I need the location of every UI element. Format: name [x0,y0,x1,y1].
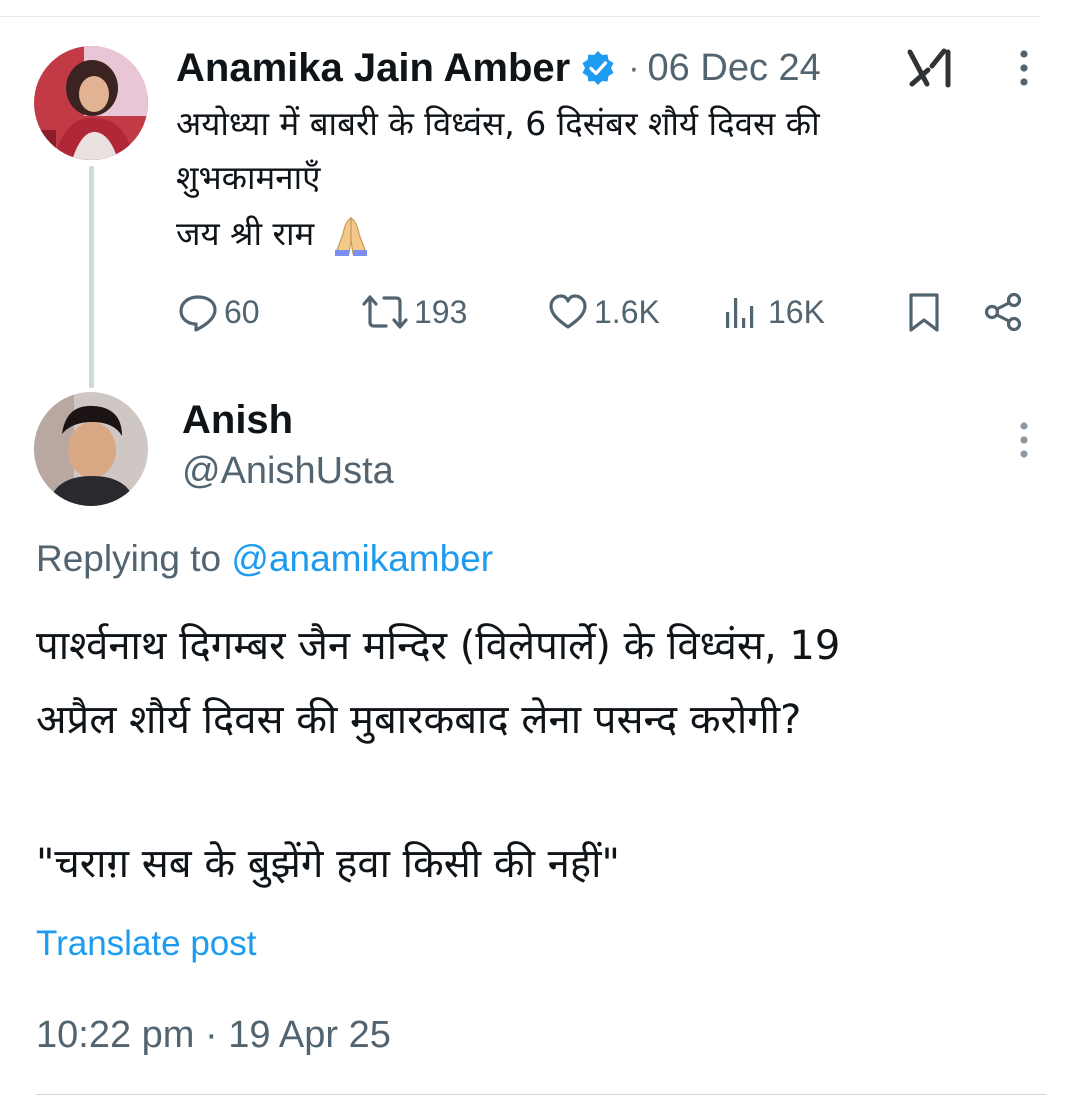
reply-text-line-1: पार्श्वनाथ दिगम्बर जैन मन्दिर (विलेपार्ल… [36,623,841,669]
views-button[interactable]: 16K [720,288,825,336]
repost-icon [362,295,408,329]
more-icon[interactable] [1018,48,1030,88]
post-actions-bar: 60 193 1.6K 16K [176,288,1036,336]
bookmark-icon [909,293,939,332]
reply-text-line-2: अप्रैल शौर्य दिवस की मुबारकबाद लेना पसन्… [36,697,802,743]
like-count: 1.6K [594,293,660,330]
reply-author-name[interactable]: Anish [182,398,293,443]
post-text-line-1: अयोध्या में बाबरी के विध्वंस, 6 दिसंबर श… [176,104,820,143]
heart-icon [549,294,587,329]
top-divider [0,16,1040,17]
replying-prefix: Replying to [36,538,232,579]
views-icon [726,298,754,328]
reply-timestamp[interactable]: 10:22 pm · 19 Apr 25 [36,1014,391,1057]
bottom-divider [36,1094,1046,1095]
like-button[interactable]: 1.6K [546,288,660,336]
reply-icon [179,295,217,332]
author-avatar-anish[interactable] [34,392,148,506]
reply-author-handle[interactable]: @AnishUsta [182,450,394,493]
view-count: 16K [768,293,825,330]
replying-to-mention[interactable]: @anamikamber [231,538,493,579]
folded-hands-emoji [334,216,367,256]
bookmark-button[interactable] [902,288,946,336]
translate-post-link[interactable]: Translate post [36,924,256,964]
repost-count: 193 [414,293,468,330]
repost-button[interactable]: 193 [360,288,467,336]
more-icon[interactable] [1018,420,1030,460]
share-icon [984,292,1022,332]
reply-count: 60 [224,293,260,330]
reply-button[interactable]: 60 [176,288,260,336]
author-name[interactable]: Anamika Jain Amber [176,46,570,91]
post-text-line-3: जय श्री राम [176,214,315,253]
grok-icon[interactable] [906,48,954,88]
post-text-line-2: शुभकामनाएँ [176,158,321,197]
post-date[interactable]: 06 Dec 24 [648,47,821,90]
thread-connector-line [89,166,94,388]
author-avatar-anamika[interactable] [34,46,148,160]
reply-text-line-3: "चराग़ सब के बुझेंगे हवा किसी की नहीं" [36,841,620,887]
verified-badge-icon [582,51,614,85]
replying-to-line: Replying to @anamikamber [36,538,493,580]
original-post-header: Anamika Jain Amber · 06 Dec 24 [176,45,821,91]
post-text-line-3-wrap: जय श्री राम [176,210,373,258]
share-button[interactable] [982,288,1026,336]
